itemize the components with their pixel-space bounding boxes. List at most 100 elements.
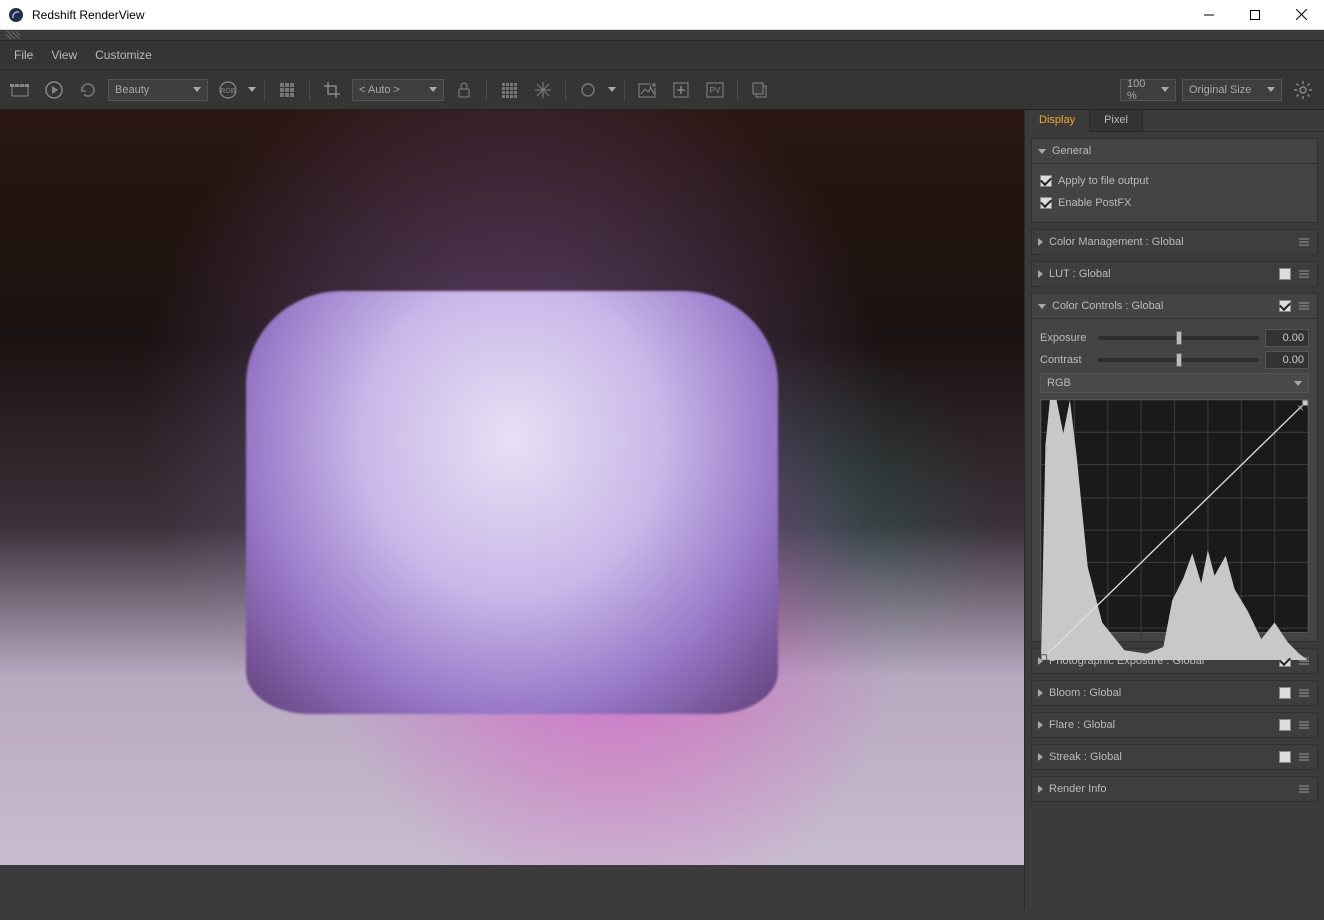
triangle-down-icon <box>1038 149 1046 154</box>
checkbox-flare[interactable] <box>1279 719 1291 731</box>
checkbox-enable-postfx[interactable] <box>1040 197 1052 209</box>
grid-button[interactable] <box>273 76 301 104</box>
separator <box>737 79 738 101</box>
contrast-value[interactable]: 0.00 <box>1265 351 1309 369</box>
crop-dropdown[interactable]: < Auto > <box>352 79 444 101</box>
exposure-label: Exposure <box>1040 332 1092 344</box>
menu-icon[interactable] <box>1297 718 1311 732</box>
group-general-header[interactable]: General <box>1032 139 1317 163</box>
side-panel: Display Pixel General Apply to file outp… <box>1024 110 1324 910</box>
window-title: Redshift RenderView <box>32 8 1186 22</box>
menu-file[interactable]: File <box>6 44 41 66</box>
group-color-management: Color Management : Global <box>1031 229 1318 255</box>
group-color-management-header[interactable]: Color Management : Global <box>1032 230 1317 254</box>
crop-button[interactable] <box>318 76 346 104</box>
group-bloom-header[interactable]: Bloom : Global <box>1032 681 1317 705</box>
exposure-value[interactable]: 0.00 <box>1265 329 1309 347</box>
snapshot-button[interactable] <box>633 76 661 104</box>
menu-icon[interactable] <box>1297 235 1311 249</box>
group-color-controls: Color Controls : Global Exposure 0.00 Co… <box>1031 293 1318 642</box>
label-apply-to-file: Apply to file output <box>1058 175 1149 187</box>
minimize-button[interactable] <box>1186 0 1232 29</box>
refresh-button[interactable] <box>74 76 102 104</box>
separator <box>309 79 310 101</box>
menu-icon[interactable] <box>1297 750 1311 764</box>
grip-icon <box>6 31 20 39</box>
menu-icon[interactable] <box>1297 686 1311 700</box>
rgb-channels-button[interactable]: RGB <box>214 76 242 104</box>
zoom-label: 100 % <box>1127 78 1155 102</box>
play-button[interactable] <box>40 76 68 104</box>
aov-dropdown-label: Beauty <box>115 84 149 96</box>
window-buttons <box>1186 0 1324 29</box>
lock-button[interactable] <box>450 76 478 104</box>
checkbox-streak[interactable] <box>1279 751 1291 763</box>
zoom-dropdown[interactable]: 100 % <box>1120 79 1176 101</box>
triangle-right-icon <box>1038 270 1043 278</box>
chevron-down-icon <box>193 87 201 92</box>
freeze-button[interactable] <box>529 76 557 104</box>
histogram-mode-label: RGB <box>1047 377 1071 389</box>
group-streak-header[interactable]: Streak : Global <box>1032 745 1317 769</box>
group-render-info-header[interactable]: Render Info <box>1032 777 1317 801</box>
shape-button[interactable] <box>574 76 602 104</box>
settings-button[interactable] <box>1288 75 1318 105</box>
group-bloom: Bloom : Global <box>1031 680 1318 706</box>
preview-button[interactable]: PV <box>701 76 729 104</box>
menu-view[interactable]: View <box>43 44 85 66</box>
label-enable-postfx: Enable PostFX <box>1058 197 1131 209</box>
render-button[interactable] <box>6 76 34 104</box>
render-view[interactable] <box>0 110 1024 865</box>
group-color-controls-header[interactable]: Color Controls : Global <box>1032 294 1317 318</box>
separator <box>486 79 487 101</box>
histogram-mode-dropdown[interactable]: RGB <box>1040 373 1309 393</box>
exposure-slider[interactable] <box>1098 336 1259 340</box>
menu-customize[interactable]: Customize <box>87 44 160 66</box>
checkbox-apply-to-file[interactable] <box>1040 175 1052 187</box>
group-lut: LUT : Global <box>1031 261 1318 287</box>
checkbox-color-controls[interactable] <box>1279 300 1291 312</box>
group-streak: Streak : Global <box>1031 744 1318 770</box>
separator <box>264 79 265 101</box>
menu-icon[interactable] <box>1297 299 1311 313</box>
group-color-controls-title: Color Controls : Global <box>1052 300 1273 312</box>
group-flare-header[interactable]: Flare : Global <box>1032 713 1317 737</box>
group-flare-title: Flare : Global <box>1049 719 1273 731</box>
group-render-info: Render Info <box>1031 776 1318 802</box>
group-general: General Apply to file output Enable Post… <box>1031 138 1318 223</box>
aov-dropdown[interactable]: Beauty <box>108 79 208 101</box>
chevron-down-icon <box>1294 381 1302 386</box>
add-snapshot-button[interactable] <box>667 76 695 104</box>
menu-icon[interactable] <box>1297 782 1311 796</box>
contrast-slider[interactable] <box>1098 358 1259 362</box>
buckets-button[interactable] <box>495 76 523 104</box>
maximize-button[interactable] <box>1232 0 1278 29</box>
copy-button[interactable] <box>746 76 774 104</box>
toolbar: Beauty RGB < Auto > PV <box>0 70 1324 110</box>
contrast-label: Contrast <box>1040 354 1092 366</box>
close-button[interactable] <box>1278 0 1324 29</box>
chevron-down-icon[interactable] <box>608 87 616 92</box>
group-lut-header[interactable]: LUT : Global <box>1032 262 1317 286</box>
checkbox-bloom[interactable] <box>1279 687 1291 699</box>
chevron-down-icon <box>429 87 437 92</box>
chevron-down-icon[interactable] <box>248 87 256 92</box>
group-bloom-title: Bloom : Global <box>1049 687 1273 699</box>
tab-pixel[interactable]: Pixel <box>1090 110 1143 131</box>
slider-thumb[interactable] <box>1176 353 1182 367</box>
tab-display[interactable]: Display <box>1025 110 1090 131</box>
crop-dropdown-label: < Auto > <box>359 84 400 96</box>
chevron-down-icon <box>1161 87 1169 92</box>
triangle-right-icon <box>1038 753 1043 761</box>
size-mode-dropdown[interactable]: Original Size <box>1182 79 1282 101</box>
menu-icon[interactable] <box>1297 267 1311 281</box>
slider-thumb[interactable] <box>1176 331 1182 345</box>
svg-text:PV: PV <box>710 86 721 95</box>
checkbox-lut[interactable] <box>1279 268 1291 280</box>
group-streak-title: Streak : Global <box>1049 751 1273 763</box>
grip-bar[interactable] <box>0 30 1324 40</box>
close-icon[interactable]: × <box>1297 402 1304 414</box>
group-flare: Flare : Global <box>1031 712 1318 738</box>
triangle-right-icon <box>1038 689 1043 697</box>
histogram[interactable]: × <box>1040 399 1309 633</box>
